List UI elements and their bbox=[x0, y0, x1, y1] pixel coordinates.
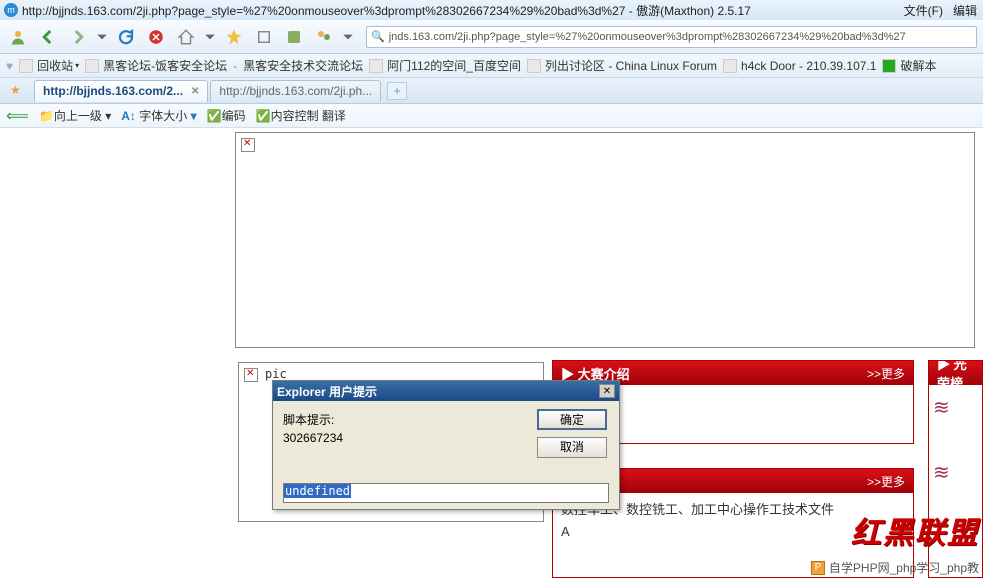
font-size-button[interactable]: A↕ 字体大小 ▾ bbox=[121, 107, 196, 124]
prompt-dialog: Explorer 用户提示 ✕ 脚本提示: 302667234 确定 取消 un… bbox=[272, 380, 620, 510]
more-link[interactable]: >>更多 bbox=[867, 365, 905, 382]
close-icon[interactable]: ✕ bbox=[191, 86, 199, 97]
dialog-titlebar[interactable]: Explorer 用户提示 ✕ bbox=[273, 381, 619, 401]
address-text: jnds.163.com/2ji.php?page_style=%27%20on… bbox=[389, 31, 906, 43]
decoration-icon: ≋ bbox=[933, 460, 978, 485]
back-button[interactable] bbox=[36, 25, 60, 49]
star-icon[interactable]: ★ bbox=[10, 83, 26, 99]
window-titlebar: m http://bjjnds.163.com/2ji.php?page_sty… bbox=[0, 0, 983, 20]
window-title: http://bjjnds.163.com/2ji.php?page_style… bbox=[22, 2, 892, 19]
up-level-button[interactable]: 📁向上一级 ▾ bbox=[39, 107, 111, 124]
footer-icon: P bbox=[811, 561, 825, 575]
new-tab-button[interactable]: + bbox=[387, 82, 407, 100]
cancel-button[interactable]: 取消 bbox=[537, 437, 607, 458]
menu-edit[interactable]: 编辑 bbox=[951, 2, 979, 19]
watermark-text: 红黑联盟 bbox=[851, 508, 979, 552]
app-icon: m bbox=[4, 3, 18, 17]
dropdown-icon[interactable] bbox=[96, 25, 108, 49]
bookmark-item[interactable]: 黑客安全技术交流论坛 bbox=[243, 57, 363, 74]
pic-label: pic bbox=[265, 367, 287, 381]
footer-link[interactable]: P 自学PHP网_php学习_php教 bbox=[811, 559, 979, 576]
stop-button[interactable] bbox=[144, 25, 168, 49]
panel-title: ▶ 光荣榜 bbox=[937, 360, 974, 392]
bookmark-item[interactable]: 黑客论坛-饭客安全论坛 bbox=[85, 57, 227, 74]
bookmark-recycle[interactable]: 回收站▾ bbox=[19, 57, 79, 74]
tab-active[interactable]: http://bjjnds.163.com/2...✕ bbox=[34, 80, 208, 102]
broken-image-icon bbox=[241, 138, 255, 152]
tab-bar: ★ http://bjjnds.163.com/2...✕ http://bjj… bbox=[0, 78, 983, 104]
bookmark-item[interactable]: 破解本 bbox=[882, 57, 936, 74]
page-content: pic ▶ 大赛介绍 >>更多 ▶ >>更多 数控车工、数控铣工、加工中心操作工… bbox=[0, 128, 983, 582]
broken-image-icon bbox=[244, 368, 258, 382]
address-bar[interactable]: 🔍 jnds.163.com/2ji.php?page_style=%27%20… bbox=[366, 26, 977, 48]
prompt-input[interactable]: undefined bbox=[283, 483, 609, 503]
dropdown-icon[interactable] bbox=[342, 25, 354, 49]
encoding-button[interactable]: ✅编码 bbox=[207, 107, 246, 124]
main-toolbar: 🔍 jnds.163.com/2ji.php?page_style=%27%20… bbox=[0, 20, 983, 54]
ok-button[interactable]: 确定 bbox=[537, 409, 607, 430]
decoration-icon: ≋ bbox=[933, 395, 978, 420]
menu-file[interactable]: 文件(F) bbox=[902, 2, 945, 19]
sub-toolbar: ⟸ 📁向上一级 ▾ A↕ 字体大小 ▾ ✅编码 ✅内容控制 翻译 bbox=[0, 104, 983, 128]
tool-button[interactable] bbox=[312, 25, 336, 49]
content-frame bbox=[235, 132, 975, 348]
favorites-button[interactable] bbox=[222, 25, 246, 49]
close-icon[interactable]: ✕ bbox=[599, 384, 615, 398]
user-icon[interactable] bbox=[6, 25, 30, 49]
home-button[interactable] bbox=[174, 25, 198, 49]
bookmark-item[interactable]: 列出讨论区 - China Linux Forum bbox=[527, 57, 717, 74]
tab-inactive[interactable]: http://bjjnds.163.com/2ji.ph... bbox=[210, 80, 381, 102]
bookmark-item[interactable]: h4ck Door - 210.39.107.1 bbox=[723, 59, 876, 73]
menu-bar: 文件(F) 编辑 bbox=[902, 2, 979, 19]
heart-icon[interactable]: ♥ bbox=[6, 59, 13, 73]
reload-button[interactable] bbox=[114, 25, 138, 49]
history-button[interactable] bbox=[252, 25, 276, 49]
bookmark-item[interactable]: 阿门112的空间_百度空间 bbox=[369, 57, 521, 74]
dialog-title: Explorer 用户提示 bbox=[277, 383, 377, 400]
bookmarks-bar: ♥ 回收站▾ 黑客论坛-饭客安全论坛 - 黑客安全技术交流论坛 阿门112的空间… bbox=[0, 54, 983, 78]
tool-button[interactable] bbox=[282, 25, 306, 49]
content-control-button[interactable]: ✅内容控制 翻译 bbox=[256, 107, 346, 124]
more-link[interactable]: >>更多 bbox=[867, 473, 905, 490]
forward-button[interactable] bbox=[66, 25, 90, 49]
dropdown-icon[interactable] bbox=[204, 25, 216, 49]
back-icon[interactable]: ⟸ bbox=[6, 106, 29, 126]
